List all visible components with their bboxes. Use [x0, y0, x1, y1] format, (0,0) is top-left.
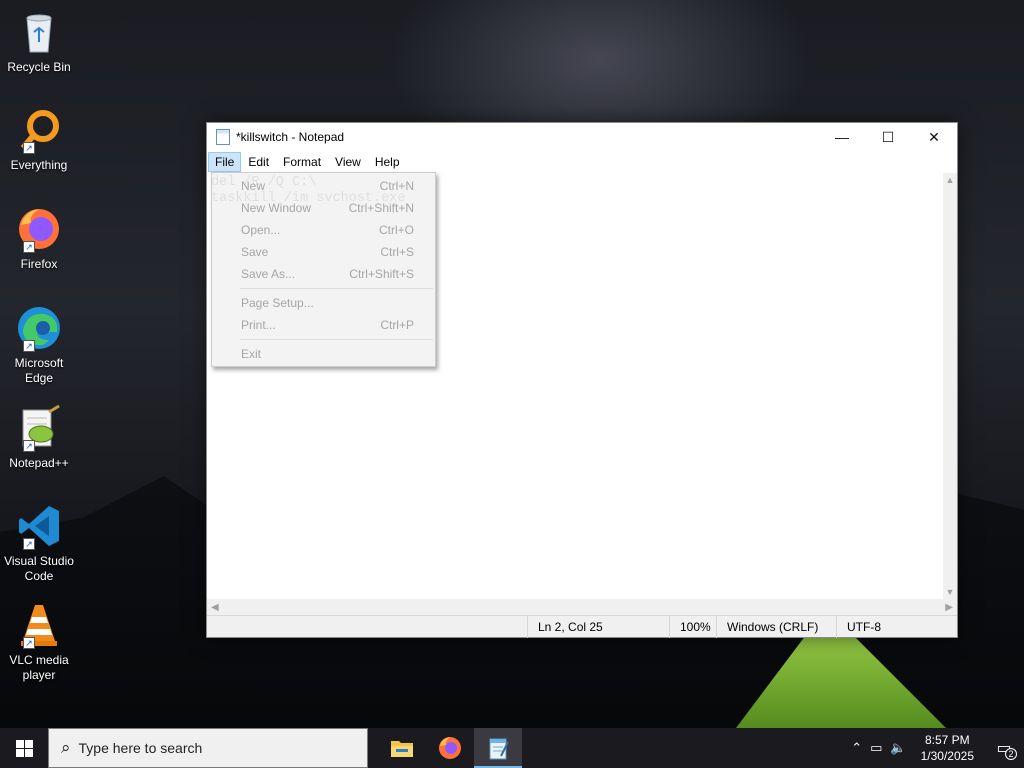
taskbar-search[interactable]: ⌕ Type here to search — [48, 728, 368, 768]
desktop-icon-label: Firefox — [20, 257, 58, 271]
menu-item-exit[interactable]: Exit — [212, 343, 435, 365]
notification-button[interactable]: ▭ 2 — [984, 728, 1024, 768]
minimize-button[interactable]: — — [819, 123, 865, 151]
scroll-down-icon[interactable]: ▼ — [943, 585, 957, 599]
menu-bar: File Edit Format View Help — [207, 151, 957, 173]
desktop-icon-label: Recycle Bin — [7, 60, 71, 74]
shortcut-arrow-icon: ↗ — [23, 440, 35, 452]
taskbar-file-explorer[interactable] — [378, 728, 426, 768]
desktop-icon-notepad-plus-plus[interactable]: ↗ Notepad++ — [4, 404, 74, 471]
clock-date: 1/30/2025 — [920, 749, 974, 763]
scroll-left-icon[interactable]: ◀ — [211, 602, 219, 613]
menu-separator — [240, 339, 433, 340]
menu-item-page-setup[interactable]: Page Setup... — [212, 292, 435, 314]
menu-format[interactable]: Format — [276, 152, 328, 172]
everything-search-icon: ↗ — [15, 106, 63, 154]
edge-icon: ↗ — [15, 304, 63, 352]
desktop-icon-firefox[interactable]: ↗ Firefox — [4, 205, 74, 272]
desktop-icon-label: Notepad++ — [9, 456, 69, 470]
recycle-bin-icon — [15, 8, 63, 56]
menu-edit[interactable]: Edit — [241, 152, 276, 172]
clock[interactable]: 8:57 PM 1/30/2025 — [911, 732, 984, 764]
notepad-plus-plus-icon: ↗ — [15, 404, 63, 452]
chevron-up-icon[interactable]: ⌃ — [847, 740, 866, 756]
vertical-scrollbar[interactable]: ▲ ▼ — [943, 173, 957, 599]
vlc-icon: ↗ — [15, 601, 63, 649]
shortcut-arrow-icon: ↗ — [23, 142, 35, 154]
notepad-icon — [216, 129, 230, 145]
maximize-button[interactable]: ☐ — [865, 123, 911, 151]
scroll-up-icon[interactable]: ▲ — [943, 173, 957, 187]
menu-item-save-as[interactable]: Save As... Ctrl+Shift+S — [212, 263, 435, 285]
file-menu-dropdown: New Ctrl+N New Window Ctrl+Shift+N Open...… — [211, 172, 436, 367]
shortcut-arrow-icon: ↗ — [23, 538, 35, 550]
volume-muted-icon[interactable]: 🔈 — [886, 740, 910, 756]
menu-file[interactable]: File — [208, 152, 242, 172]
desktop-icon-vscode[interactable]: ↗ Visual Studio Code — [4, 502, 74, 584]
window-title: *killswitch - Notepad — [236, 130, 345, 144]
vscode-icon: ↗ — [15, 502, 63, 550]
desktop-icon-everything[interactable]: ↗ Everything — [4, 106, 74, 173]
menu-help[interactable]: Help — [368, 152, 407, 172]
menu-view[interactable]: View — [328, 152, 368, 172]
search-placeholder: Type here to search — [78, 740, 203, 756]
desktop-icon-label: VLC media player — [9, 653, 69, 682]
shortcut-arrow-icon: ↗ — [23, 241, 35, 253]
menu-item-new-window[interactable]: New Window Ctrl+Shift+N — [212, 197, 435, 219]
horizontal-scrollbar[interactable]: ◀ ▶ — [207, 599, 957, 615]
shortcut-arrow-icon: ↗ — [23, 340, 35, 352]
notification-count-badge: 2 — [1005, 748, 1017, 760]
status-bar: Ln 2, Col 25 100% Windows (CRLF) UTF-8 — [207, 615, 957, 638]
search-icon: ⌕ — [61, 738, 71, 757]
desktop-icon-edge[interactable]: ↗ Microsoft Edge — [4, 304, 74, 386]
menu-item-save[interactable]: Save Ctrl+S — [212, 241, 435, 263]
desktop-icon-recycle-bin[interactable]: Recycle Bin — [4, 8, 74, 75]
desktop-icon-label: Everything — [10, 158, 68, 172]
taskbar-notepad[interactable] — [474, 728, 522, 768]
close-button[interactable]: ✕ — [911, 123, 957, 151]
status-zoom: 100% — [669, 616, 716, 638]
menu-separator — [240, 288, 433, 289]
menu-item-print[interactable]: Print... Ctrl+P — [212, 314, 435, 336]
windows-logo-icon — [15, 739, 33, 757]
status-encoding: UTF-8 — [836, 616, 946, 638]
system-tray: ⌃ ▭ 🔈 8:57 PM 1/30/2025 ▭ 2 — [847, 728, 1024, 768]
clock-time: 8:57 PM — [924, 733, 970, 747]
firefox-icon — [439, 737, 461, 759]
status-position: Ln 2, Col 25 — [527, 616, 669, 638]
taskbar-firefox[interactable] — [426, 728, 474, 768]
shortcut-arrow-icon: ↗ — [23, 637, 35, 649]
title-bar[interactable]: *killswitch - Notepad — ☐ ✕ — [207, 123, 957, 151]
network-icon[interactable]: ▭ — [866, 740, 886, 756]
menu-item-open[interactable]: Open... Ctrl+O — [212, 219, 435, 241]
desktop-icon-vlc[interactable]: ↗ VLC media player — [4, 601, 74, 683]
firefox-icon: ↗ — [15, 205, 63, 253]
menu-item-new[interactable]: New Ctrl+N — [212, 175, 435, 197]
scroll-right-icon[interactable]: ▶ — [945, 602, 953, 613]
start-button[interactable] — [0, 728, 48, 768]
notepad-icon — [489, 738, 509, 760]
status-line-ending: Windows (CRLF) — [716, 616, 836, 638]
taskbar: ⌕ Type here to search ⌃ ▭ 🔈 8:57 PM 1/30… — [0, 728, 1024, 768]
file-explorer-icon — [391, 741, 413, 757]
desktop-icon-label: Visual Studio Code — [4, 554, 74, 583]
desktop-icon-label: Microsoft Edge — [14, 356, 64, 385]
